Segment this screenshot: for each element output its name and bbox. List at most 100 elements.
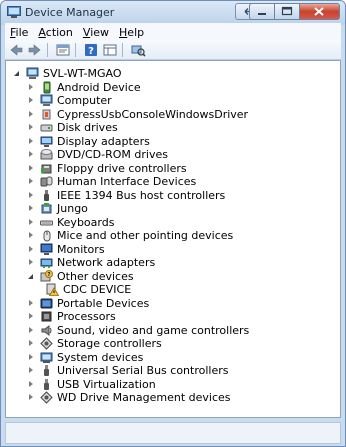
tree-item-processors[interactable]: Processors [28,310,116,323]
svg-text:?: ? [48,272,51,278]
usb-controller-icon [40,364,53,377]
tree-item-cdc-device[interactable]: CDC DEVICE [46,283,131,296]
device-manager-icon [7,6,21,18]
hid-icon [40,175,53,188]
expand-arrow-icon[interactable] [28,121,36,134]
help-icon[interactable]: ? [83,42,99,58]
expand-arrow-icon[interactable] [28,310,36,323]
collapse-arrow-icon[interactable] [28,270,36,283]
tree-root[interactable]: SVL-WT-MGAO [14,67,122,80]
tree-item-display-adapters[interactable]: Display adapters [28,135,150,148]
tree-item-usb-virtualization[interactable]: USB Virtualization [28,378,156,391]
expand-arrow-icon[interactable] [28,94,36,107]
expand-arrow-icon[interactable] [28,337,36,350]
minimize-button[interactable] [249,3,275,20]
menu-action[interactable]: Action [33,26,77,39]
toolbar-separator [75,43,76,57]
tree-item-keyboards[interactable]: Keyboards [28,216,114,229]
sound-icon [40,324,53,337]
expand-arrow-icon[interactable] [28,297,36,310]
tree-item-android-device[interactable]: Android Device [28,81,141,94]
keyboard-icon [40,216,53,229]
expand-arrow-icon[interactable] [28,81,36,94]
tree-root-label: SVL-WT-MGAO [43,67,122,80]
expand-arrow-icon[interactable] [28,189,36,202]
tree-item-mice[interactable]: Mice and other pointing devices [28,229,233,242]
expand-arrow-icon[interactable] [28,324,36,337]
tree-item-jungo[interactable]: Jungo [28,202,88,215]
expand-arrow-icon[interactable] [28,162,36,175]
tree-item-label: Disk drives [57,121,118,134]
menu-file[interactable]: File [5,26,33,39]
display-adapter-icon [40,135,53,148]
expand-arrow-icon[interactable] [28,378,36,391]
expand-arrow-icon[interactable] [28,135,36,148]
tree-item-label: Monitors [57,242,105,256]
tree-item-monitors[interactable]: Monitors [28,243,105,256]
tree-item-ieee1394[interactable]: IEEE 1394 Bus host controllers [28,189,225,202]
svg-text:?: ? [88,46,94,57]
show-hide-icon[interactable] [102,42,118,58]
expand-arrow-icon[interactable] [28,202,36,215]
tree-item-disk-drives[interactable]: Disk drives [28,121,118,134]
tree-item-label: Portable Devices [57,296,150,310]
tree-item-network-adapters[interactable]: Network adapters [28,256,155,269]
collapse-arrow-icon[interactable] [14,67,22,80]
tree-item-dvd-drives[interactable]: DVD/CD-ROM drives [28,148,168,161]
tree-item-storage-controllers[interactable]: Storage controllers [28,337,162,350]
maximize-button[interactable] [275,3,300,20]
expand-arrow-icon[interactable] [28,364,36,377]
tree-item-cypress-usb[interactable]: CypressUsbConsoleWindowsDriver [28,108,248,121]
tree-item-portable-devices[interactable]: Portable Devices [28,297,149,310]
tree-item-label: Human Interface Devices [57,175,197,188]
expand-arrow-icon[interactable] [28,229,36,242]
toolbar-separator [122,43,123,57]
disk-drive-icon [40,121,53,134]
properties-icon[interactable] [55,42,71,58]
expand-arrow-icon[interactable] [28,256,36,269]
computer-icon [26,67,39,80]
expand-arrow-icon[interactable] [28,108,36,121]
tree-item-label: Floppy drive controllers [57,161,187,175]
dvd-drive-icon [40,148,53,161]
menu-view[interactable]: View [78,26,114,39]
usb-device-icon [40,108,53,121]
menu-help[interactable]: Help [114,26,149,39]
expand-arrow-icon[interactable] [28,148,36,161]
tree-item-computer[interactable]: Computer [28,94,112,107]
tree-item-floppy-controllers[interactable]: Floppy drive controllers [28,162,187,175]
expand-arrow-icon[interactable] [28,216,36,229]
other-devices-icon: ? [40,269,53,283]
tree-item-label: Storage controllers [57,337,162,350]
tree-item-system-devices[interactable]: System devices [28,351,143,364]
tree-item-label: WD Drive Management devices [57,391,231,404]
scan-hardware-icon[interactable] [130,42,146,58]
title-bar[interactable]: Device Manager [1,1,345,25]
tree-item-label: Jungo [57,202,88,215]
expand-arrow-icon[interactable] [28,175,36,188]
tree-item-label: Display adapters [57,134,150,148]
window-title: Device Manager [25,6,115,19]
back-icon[interactable] [8,42,24,58]
menu-bar: File Action View Help [5,23,341,41]
tree-item-label: Keyboards [57,215,115,229]
expand-arrow-icon[interactable] [28,351,36,364]
tree-item-label: System devices [57,350,144,364]
tree-item-label: Computer [57,94,112,107]
tree-item-human-interface-devices[interactable]: Human Interface Devices [28,175,196,188]
tree-item-label: DVD/CD-ROM drives [57,148,168,161]
tree-item-sound-video-game[interactable]: Sound, video and game controllers [28,324,249,337]
processor-icon [40,310,53,323]
tree-item-usb-controllers[interactable]: Universal Serial Bus controllers [28,364,228,377]
tree-item-wd-drive-management[interactable]: WD Drive Management devices [28,391,231,404]
jungo-icon [40,202,53,215]
device-tree[interactable]: SVL-WT-MGAO Android Device Computer Cypr… [5,60,341,418]
close-button[interactable] [300,3,340,20]
tree-item-label: Other devices [57,269,134,283]
expand-arrow-icon[interactable] [28,243,36,256]
expand-arrow-icon[interactable] [28,391,36,404]
forward-icon[interactable] [27,42,43,58]
network-adapter-icon [40,256,53,269]
portable-device-icon [40,297,53,310]
tree-item-other-devices[interactable]: ? Other devices [28,269,134,283]
